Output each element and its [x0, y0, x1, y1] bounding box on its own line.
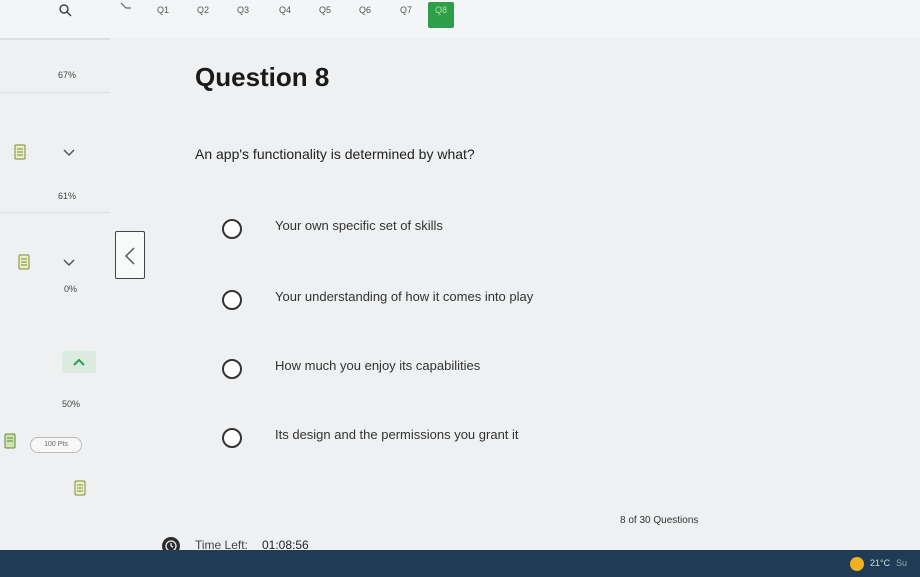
tab-q5[interactable]: Q5 [312, 2, 338, 28]
radio-button[interactable] [222, 290, 242, 310]
tab-q6[interactable]: Q6 [352, 2, 378, 28]
divider [0, 212, 110, 213]
radio-button[interactable] [222, 428, 242, 448]
answer-option[interactable]: Your understanding of how it comes into … [222, 286, 622, 312]
chevron-down-icon[interactable] [62, 148, 76, 158]
os-taskbar: 21°C Su [0, 550, 920, 577]
weather-text[interactable]: Su [896, 558, 907, 568]
previous-question-button[interactable] [115, 231, 145, 279]
nav-arrow-icon[interactable] [120, 2, 132, 10]
answer-option-label: Your understanding of how it comes into … [275, 289, 534, 304]
answer-option[interactable]: How much you enjoy its capabilities [222, 355, 622, 381]
answer-option-label: Its design and the permissions you grant… [275, 427, 519, 442]
weather-sun-icon[interactable] [850, 557, 864, 571]
tab-q7[interactable]: Q7 [393, 2, 419, 28]
question-text: An app's functionality is determined by … [195, 146, 475, 162]
chevron-up-icon [73, 358, 85, 366]
tab-q2[interactable]: Q2 [190, 2, 216, 28]
chevron-left-icon [124, 247, 135, 265]
score-percent: 61% [58, 191, 77, 201]
sidebar: 67% 61% 0% 50% 100 Pts [0, 40, 110, 550]
divider [0, 92, 110, 93]
answer-option[interactable]: Its design and the permissions you grant… [222, 424, 622, 450]
score-percent: 0% [64, 284, 78, 294]
points-badge: 100 Pts [30, 437, 82, 453]
radio-button[interactable] [222, 359, 242, 379]
question-progress: 8 of 30 Questions [620, 515, 699, 526]
tab-q8[interactable]: Q8 [428, 2, 454, 28]
radio-button[interactable] [222, 219, 242, 239]
question-title: Question 8 [195, 62, 330, 92]
notebook-icon[interactable] [14, 144, 26, 160]
notebook-icon[interactable] [4, 433, 16, 449]
score-percent: 67% [58, 70, 77, 80]
collapse-button[interactable] [62, 351, 96, 373]
tab-q4[interactable]: Q4 [272, 2, 298, 28]
tab-q3[interactable]: Q3 [230, 2, 256, 28]
answer-option-label: How much you enjoy its capabilities [275, 358, 481, 373]
question-nav-bar: Q1 Q2 Q3 Q4 Q5 Q6 Q7 Q8 [0, 0, 920, 38]
tab-q1[interactable]: Q1 [150, 2, 176, 28]
search-icon[interactable] [58, 3, 74, 19]
score-percent: 50% [62, 399, 81, 409]
notebook-icon[interactable] [74, 480, 86, 496]
temperature[interactable]: 21°C [870, 558, 890, 568]
chevron-down-icon[interactable] [62, 258, 76, 268]
answer-option-label: Your own specific set of skills [275, 218, 443, 233]
answer-option[interactable]: Your own specific set of skills [222, 215, 622, 241]
notebook-icon[interactable] [18, 254, 30, 270]
